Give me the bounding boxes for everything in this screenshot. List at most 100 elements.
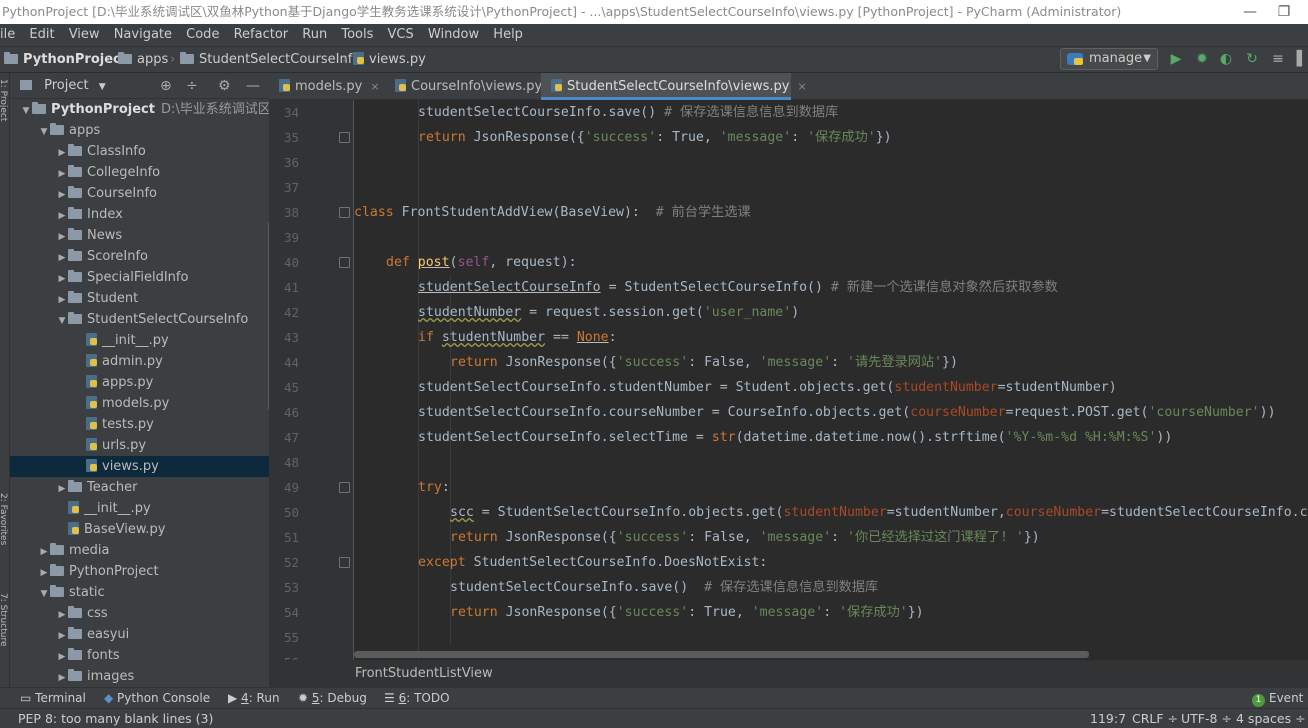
tree-item[interactable]: ▶ SpecialFieldInfo [10, 267, 269, 288]
hide-icon[interactable]: — [246, 73, 260, 99]
tree-item[interactable]: ▶ media [10, 540, 269, 561]
chevron-down-icon[interactable]: ▼ [56, 311, 68, 332]
menu-window[interactable]: Window [428, 24, 479, 46]
todo-tab[interactable]: ☰ 6: TODO [384, 688, 450, 708]
tree-item[interactable]: BaseView.py [10, 519, 269, 540]
tree-item[interactable]: admin.py [10, 351, 269, 372]
menu-vcs[interactable]: VCS [388, 24, 414, 46]
tree-item[interactable]: ▶ Student [10, 288, 269, 309]
close-icon[interactable]: × [797, 80, 806, 93]
editor-tab[interactable]: CourseInfo\views.py× [385, 73, 559, 100]
line-separator[interactable]: CRLF ÷ [1132, 709, 1178, 728]
python-console-tab[interactable]: ◆ Python Console [104, 688, 210, 708]
tree-item[interactable]: __init__.py [10, 498, 269, 519]
chevron-right-icon[interactable]: ▶ [56, 143, 68, 164]
fold-marker-icon[interactable] [339, 132, 350, 143]
tree-item[interactable]: ▶ CourseInfo [10, 183, 269, 204]
chevron-right-icon[interactable]: ▶ [56, 479, 68, 500]
caret-position[interactable]: 119:7 [1090, 709, 1126, 728]
chevron-right-icon[interactable]: ▶ [56, 227, 68, 248]
favorites-tool-tab[interactable]: 2: Favorites [0, 493, 8, 545]
editor-breadcrumb-item[interactable]: FrontStudentListView [355, 666, 493, 681]
chevron-down-icon[interactable]: ▼ [38, 122, 50, 143]
chevron-right-icon[interactable]: ▶ [38, 563, 50, 584]
chevron-right-icon[interactable]: ▶ [56, 290, 68, 311]
chevron-right-icon[interactable]: ▶ [56, 185, 68, 206]
profile-icon[interactable]: ↻ [1244, 51, 1260, 67]
menu-edit[interactable]: Edit [29, 24, 54, 46]
tree-item[interactable]: ▶ images [10, 666, 269, 687]
coverage-icon[interactable]: ◐ [1218, 51, 1234, 67]
fold-marker-icon[interactable] [339, 207, 350, 218]
chevron-right-icon[interactable]: ▶ [56, 626, 68, 647]
chevron-right-icon[interactable]: ▶ [56, 269, 68, 290]
editor-tab[interactable]: StudentSelectCourseInfo\views.py × [541, 73, 807, 100]
menu-view[interactable]: View [69, 24, 100, 46]
file-encoding[interactable]: UTF-8 ÷ [1181, 709, 1232, 728]
tree-item[interactable]: ▶ News [10, 225, 269, 246]
more-icon[interactable]: ▌ [1294, 51, 1308, 67]
structure-tool-tab[interactable]: 7: Structure [0, 593, 8, 647]
tree-item[interactable]: ▼ static [10, 582, 269, 603]
gear-icon[interactable]: ⚙ [218, 73, 231, 99]
tree-item[interactable]: ▶ CollegeInfo [10, 162, 269, 183]
menu-refactor[interactable]: Refactor [234, 24, 289, 46]
tree-item[interactable]: ▶ ScoreInfo [10, 246, 269, 267]
debug-icon[interactable]: ✹ [1194, 51, 1210, 67]
tree-item[interactable]: ▶ css [10, 603, 269, 624]
chevron-down-icon[interactable]: ▼ [99, 82, 106, 92]
project-tool-tab[interactable]: 1: Project [0, 79, 8, 121]
menu-file[interactable]: ile [0, 24, 15, 46]
terminal-tab[interactable]: ▭ Terminal [20, 688, 86, 708]
tree-item[interactable]: ▼ PythonProject D:\毕业系统调试区\双鱼 [10, 99, 269, 120]
debug-tab[interactable]: ✹ 5: Debug [298, 688, 367, 708]
tree-item[interactable]: __init__.py [10, 330, 269, 351]
tree-item[interactable]: ▼ apps [10, 120, 269, 141]
menu-navigate[interactable]: Navigate [114, 24, 172, 46]
chevron-right-icon[interactable]: ▶ [56, 647, 68, 668]
close-icon[interactable]: × [370, 80, 379, 93]
fold-marker-icon[interactable] [339, 257, 350, 268]
build-icon[interactable]: ≡ [1270, 51, 1286, 67]
chevron-down-icon[interactable]: ▼ [20, 101, 32, 122]
tree-item[interactable]: ▼ StudentSelectCourseInfo [10, 309, 269, 330]
run-configuration-select[interactable]: manage ▼ [1060, 48, 1158, 70]
editor-tab[interactable]: models.py × [269, 73, 380, 100]
tree-item[interactable]: ▶ PythonProject [10, 561, 269, 582]
tree-item[interactable]: views.py [10, 456, 269, 477]
event-log-tab[interactable]: 1Event L [1252, 688, 1308, 708]
restore-button[interactable]: ❐ [1264, 0, 1304, 24]
run-icon[interactable]: ▶ [1168, 51, 1184, 67]
chevron-right-icon[interactable]: ▶ [56, 164, 68, 185]
fold-marker-icon[interactable] [339, 482, 350, 493]
tree-item[interactable]: apps.py [10, 372, 269, 393]
menu-help[interactable]: Help [493, 24, 523, 46]
indent-setting[interactable]: 4 spaces ÷ [1236, 709, 1306, 728]
tree-item[interactable]: ▶ Index [10, 204, 269, 225]
locate-icon[interactable]: ⊕ [160, 73, 172, 99]
menu-run[interactable]: Run [302, 24, 327, 46]
tree-item[interactable]: ▶ fonts [10, 645, 269, 666]
menu-tools[interactable]: Tools [341, 24, 373, 46]
tree-item[interactable]: ▶ ClassInfo [10, 141, 269, 162]
chevron-right-icon[interactable]: ▶ [38, 542, 50, 563]
nav-crumb-file[interactable]: views.py [353, 47, 426, 72]
fold-marker-icon[interactable] [339, 557, 350, 568]
menu-code[interactable]: Code [186, 24, 219, 46]
tree-item[interactable]: tests.py [10, 414, 269, 435]
chevron-down-icon[interactable]: ▼ [38, 584, 50, 605]
tree-item[interactable]: urls.py [10, 435, 269, 456]
nav-crumb-apps[interactable]: apps [118, 47, 168, 72]
collapse-icon[interactable]: ÷ [186, 73, 198, 99]
chevron-right-icon[interactable]: ▶ [56, 206, 68, 227]
chevron-right-icon[interactable]: ▶ [56, 668, 68, 687]
horizontal-scrollbar[interactable] [354, 651, 1089, 658]
nav-crumb-module[interactable]: StudentSelectCourseInfo [180, 47, 360, 72]
tree-item[interactable]: ▶ easyui [10, 624, 269, 645]
tree-item[interactable]: models.py [10, 393, 269, 414]
chevron-right-icon[interactable]: ▶ [56, 248, 68, 269]
tree-item[interactable]: ▶ Teacher [10, 477, 269, 498]
chevron-right-icon[interactable]: ▶ [56, 605, 68, 626]
run-tab[interactable]: ▶ 4: Run [228, 688, 280, 708]
project-view-select[interactable]: Project [44, 78, 88, 93]
